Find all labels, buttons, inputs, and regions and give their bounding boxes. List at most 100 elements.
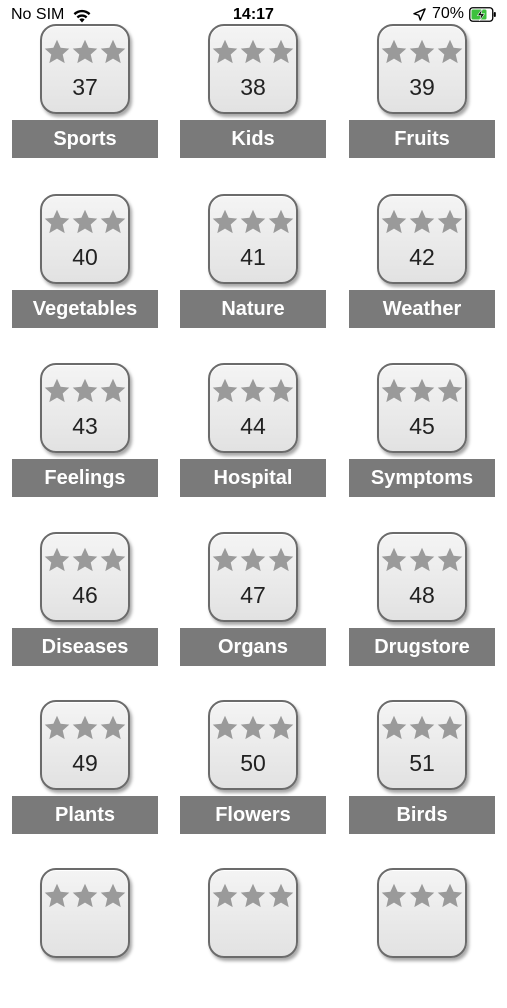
- level-number: 39: [409, 74, 435, 100]
- level-button[interactable]: 42: [377, 194, 467, 284]
- level-button[interactable]: 43: [40, 363, 130, 453]
- level-tile: 46 Diseases: [12, 532, 158, 672]
- level-tile-partial: [180, 868, 326, 1008]
- star-icon: [72, 547, 98, 572]
- star-rating: [210, 882, 296, 912]
- level-number: 50: [240, 750, 266, 776]
- level-tile-partial: [349, 868, 495, 1008]
- category-label[interactable]: Plants: [12, 796, 158, 834]
- star-rating: [210, 377, 296, 407]
- star-icon: [240, 39, 266, 64]
- status-bar: No SIM 14:17 70%: [0, 0, 507, 30]
- star-icon: [437, 547, 463, 572]
- level-number: 49: [72, 750, 98, 776]
- star-rating: [379, 208, 465, 238]
- star-icon: [44, 39, 70, 64]
- star-icon: [268, 715, 294, 740]
- star-rating: [42, 208, 128, 238]
- category-label[interactable]: Birds: [349, 796, 495, 834]
- star-icon: [100, 715, 126, 740]
- category-label[interactable]: Feelings: [12, 459, 158, 497]
- star-icon: [381, 715, 407, 740]
- star-icon: [381, 378, 407, 403]
- category-label[interactable]: Vegetables: [12, 290, 158, 328]
- star-icon: [409, 547, 435, 572]
- level-button[interactable]: [377, 868, 467, 958]
- level-number: 42: [409, 244, 435, 270]
- location-arrow-icon: [413, 7, 426, 21]
- level-button[interactable]: 51: [377, 700, 467, 790]
- level-tile: 51 Birds: [349, 700, 495, 840]
- star-icon: [44, 715, 70, 740]
- category-label[interactable]: Organs: [180, 628, 326, 666]
- level-button[interactable]: 47: [208, 532, 298, 622]
- star-rating: [42, 546, 128, 576]
- star-icon: [212, 715, 238, 740]
- level-number: 47: [240, 582, 266, 608]
- level-tile: 49 Plants: [12, 700, 158, 840]
- level-tile: 41 Nature: [180, 194, 326, 334]
- battery-percent: 70%: [431, 5, 464, 22]
- level-button[interactable]: 45: [377, 363, 467, 453]
- level-button[interactable]: 39: [377, 24, 467, 114]
- level-tile: 40 Vegetables: [12, 194, 158, 334]
- status-right: 70%: [413, 5, 497, 23]
- star-icon: [268, 883, 294, 908]
- level-button[interactable]: 44: [208, 363, 298, 453]
- level-button[interactable]: 41: [208, 194, 298, 284]
- star-rating: [379, 377, 465, 407]
- level-button[interactable]: 40: [40, 194, 130, 284]
- level-button[interactable]: 38: [208, 24, 298, 114]
- level-button[interactable]: [40, 868, 130, 958]
- level-button[interactable]: 37: [40, 24, 130, 114]
- star-icon: [437, 39, 463, 64]
- star-rating: [42, 38, 128, 68]
- level-number: 51: [409, 750, 435, 776]
- star-rating: [42, 882, 128, 912]
- level-number: 38: [240, 74, 266, 100]
- star-icon: [212, 547, 238, 572]
- level-tile: 50 Flowers: [180, 700, 326, 840]
- level-button[interactable]: 48: [377, 532, 467, 622]
- category-label[interactable]: Symptoms: [349, 459, 495, 497]
- battery-charging-icon: [469, 6, 496, 22]
- category-label[interactable]: Weather: [349, 290, 495, 328]
- star-icon: [44, 378, 70, 403]
- level-number: 46: [72, 582, 98, 608]
- star-icon: [268, 39, 294, 64]
- category-label[interactable]: Hospital: [180, 459, 326, 497]
- star-icon: [100, 547, 126, 572]
- star-icon: [268, 378, 294, 403]
- level-button[interactable]: 50: [208, 700, 298, 790]
- category-label[interactable]: Fruits: [349, 120, 495, 158]
- star-rating: [210, 714, 296, 744]
- star-icon: [212, 39, 238, 64]
- category-label[interactable]: Sports: [12, 120, 158, 158]
- level-button[interactable]: 49: [40, 700, 130, 790]
- level-tile: 44 Hospital: [180, 363, 326, 503]
- category-label[interactable]: Nature: [180, 290, 326, 328]
- star-icon: [44, 883, 70, 908]
- star-icon: [409, 378, 435, 403]
- star-icon: [409, 39, 435, 64]
- star-icon: [240, 715, 266, 740]
- star-icon: [381, 209, 407, 234]
- level-button[interactable]: [208, 868, 298, 958]
- level-number: 43: [72, 413, 98, 439]
- category-label[interactable]: Diseases: [12, 628, 158, 666]
- star-icon: [100, 39, 126, 64]
- star-rating: [379, 714, 465, 744]
- category-label[interactable]: Kids: [180, 120, 326, 158]
- level-tile: 47 Organs: [180, 532, 326, 672]
- category-label[interactable]: Flowers: [180, 796, 326, 834]
- level-tile: 43 Feelings: [12, 363, 158, 503]
- level-number: 41: [240, 244, 266, 270]
- level-button[interactable]: 46: [40, 532, 130, 622]
- level-tile: 42 Weather: [349, 194, 495, 334]
- star-icon: [72, 209, 98, 234]
- category-label[interactable]: Drugstore: [349, 628, 495, 666]
- star-icon: [240, 378, 266, 403]
- star-icon: [212, 883, 238, 908]
- level-number: 37: [72, 74, 98, 100]
- star-icon: [72, 378, 98, 403]
